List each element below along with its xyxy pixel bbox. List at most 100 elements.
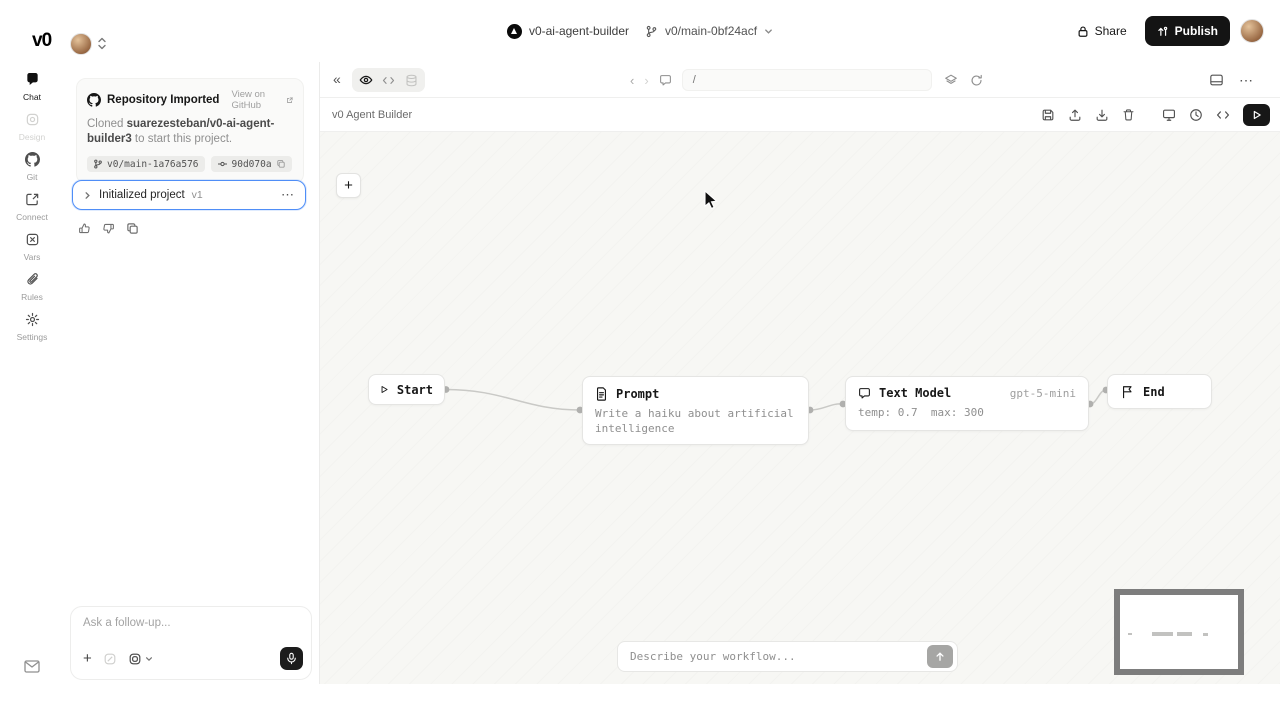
collapse-panel-button[interactable]: « [333, 71, 341, 87]
thumbs-down-icon[interactable] [102, 222, 115, 235]
gear-icon [0, 312, 64, 329]
publish-label: Publish [1175, 24, 1218, 38]
preview-url-bar[interactable]: / [682, 69, 932, 91]
model-params: temp: 0.7 max: 300 [858, 406, 1076, 421]
node-label: Text Model [879, 386, 951, 400]
design-icon [0, 112, 64, 129]
repo-card-title: Repository Imported [107, 94, 219, 106]
node-label: Start [397, 383, 433, 397]
node-label: Prompt [616, 387, 659, 401]
workflow-canvas[interactable]: + Start Prompt Wr [320, 132, 1280, 684]
sidebar-item-git[interactable]: Git [0, 152, 64, 182]
run-workflow-button[interactable] [1243, 104, 1270, 126]
github-icon [87, 93, 101, 107]
external-link-icon [286, 96, 293, 105]
commit-badge[interactable]: 90d070a [211, 156, 292, 172]
save-icon[interactable] [1041, 108, 1055, 122]
node-start[interactable]: Start [368, 374, 445, 405]
model-selector[interactable] [128, 652, 153, 666]
layout-panel-icon[interactable] [1209, 73, 1224, 87]
chevron-right-icon [83, 191, 92, 200]
mouse-cursor [704, 190, 719, 211]
canvas-minimap[interactable] [1114, 589, 1244, 675]
sidebar-label: Settings [0, 332, 64, 342]
branch-badge-label: v0/main-1a76a576 [107, 159, 199, 170]
model-name: gpt-5-mini [1010, 387, 1076, 400]
view-on-github-link[interactable]: View on GitHub [231, 89, 293, 111]
copy-message-icon[interactable] [126, 222, 139, 235]
sidebar-item-chat[interactable]: Chat [0, 72, 64, 102]
chat-icon [0, 72, 64, 89]
database-view-button[interactable] [401, 70, 422, 90]
attach-plus-button[interactable]: + [83, 652, 92, 666]
git-branch-icon [93, 159, 103, 169]
sidebar-item-design[interactable]: Design [0, 112, 64, 142]
add-node-button[interactable]: + [336, 173, 361, 198]
thumbs-up-icon[interactable] [78, 222, 91, 235]
branch-selector[interactable]: v0/main-0bf24acf [645, 24, 773, 38]
nav-rail: Chat Design Git Connect Vars [0, 62, 64, 684]
microphone-icon [286, 652, 297, 665]
chevron-down-icon [764, 27, 773, 36]
version-row-initialized-project[interactable]: Initialized project v1 ⋯ [72, 180, 306, 210]
version-menu-button[interactable]: ⋯ [281, 187, 295, 203]
trash-icon[interactable] [1122, 108, 1135, 122]
chat-input[interactable] [83, 617, 298, 629]
sidebar-label: Chat [0, 92, 64, 102]
workflow-prompt-bar [617, 641, 958, 672]
chat-panel: Repository Imported View on GitHub Clone… [64, 62, 320, 684]
code-view-button[interactable] [378, 70, 399, 90]
prompt-text: Write a haiku about artificial intellige… [595, 407, 796, 436]
branch-badge[interactable]: v0/main-1a76a576 [87, 156, 205, 172]
sidebar-item-vars[interactable]: Vars [0, 232, 64, 262]
cloned-suffix: to start this project. [132, 133, 232, 145]
monitor-icon[interactable] [1162, 108, 1176, 122]
sidebar-item-connect[interactable]: Connect [0, 192, 64, 222]
database-icon [405, 74, 418, 87]
more-options-button[interactable]: ⋯ [1239, 72, 1254, 89]
preview-eye-button[interactable] [355, 70, 376, 90]
arrow-up-icon [935, 651, 945, 662]
preview-navigation: ‹ › / [630, 62, 932, 98]
eye-icon [359, 73, 373, 87]
project-icon [507, 24, 522, 39]
panel-controls: ⋯ [1209, 62, 1254, 98]
node-end[interactable]: End [1107, 374, 1212, 409]
refresh-icon[interactable] [970, 74, 983, 87]
publish-button[interactable]: Publish [1145, 16, 1230, 46]
repo-card-header: Repository Imported View on GitHub [77, 79, 303, 115]
comment-icon[interactable] [659, 74, 672, 87]
github-icon [0, 152, 64, 169]
sidebar-label: Git [0, 172, 64, 182]
paperclip-icon [0, 272, 64, 289]
url-path: / [693, 74, 696, 86]
node-text-model[interactable]: Text Model gpt-5-mini temp: 0.7 max: 300 [845, 376, 1089, 431]
git-branch-icon [645, 25, 658, 38]
nav-back-button[interactable]: ‹ [630, 73, 634, 88]
upload-icon[interactable] [1068, 108, 1082, 122]
repository-imported-card: Repository Imported View on GitHub Clone… [76, 78, 304, 184]
workflow-prompt-input[interactable] [630, 650, 927, 663]
header-actions: Share Publish [1069, 0, 1264, 62]
feedback-mail-icon[interactable] [0, 660, 64, 673]
node-prompt[interactable]: Prompt Write a haiku about artificial in… [582, 376, 809, 445]
code-icon[interactable] [1216, 108, 1230, 122]
workflow-submit-button[interactable] [927, 645, 953, 668]
sidebar-label: Design [0, 132, 64, 142]
download-icon[interactable] [1095, 108, 1109, 122]
version-title: Initialized project [99, 189, 185, 201]
voice-input-button[interactable] [280, 647, 303, 670]
user-avatar[interactable] [1240, 19, 1264, 43]
layers-icon[interactable] [944, 73, 958, 87]
nav-forward-button[interactable]: › [644, 73, 648, 88]
share-button[interactable]: Share [1069, 18, 1135, 44]
git-commit-icon [217, 159, 228, 169]
play-icon [380, 383, 389, 396]
agent-builder-actions [1041, 98, 1270, 132]
sidebar-item-rules[interactable]: Rules [0, 272, 64, 302]
history-clock-icon[interactable] [1189, 108, 1203, 122]
sidebar-item-settings[interactable]: Settings [0, 312, 64, 342]
cloned-prefix: Cloned [87, 118, 127, 130]
design-mode-icon[interactable] [103, 652, 117, 666]
project-name-group[interactable]: v0-ai-agent-builder [507, 24, 629, 39]
